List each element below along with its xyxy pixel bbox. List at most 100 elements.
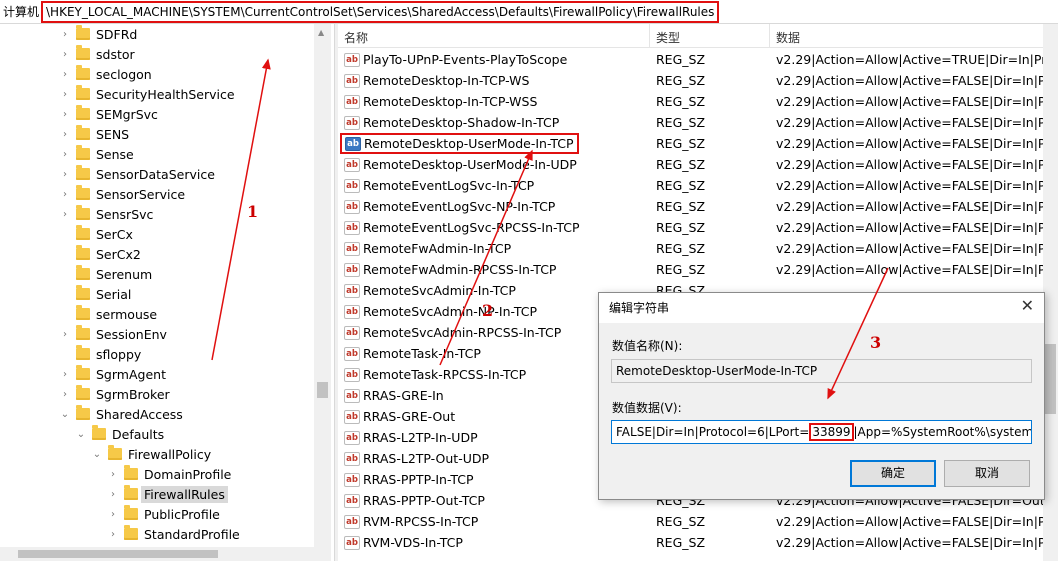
dialog-title: 编辑字符串: [609, 301, 670, 315]
tree-item[interactable]: sermouse: [60, 304, 157, 324]
address-bar[interactable]: 计算机 \HKEY_LOCAL_MACHINE\SYSTEM\CurrentCo…: [0, 0, 1058, 24]
chevron-right-icon[interactable]: ›: [60, 129, 70, 140]
edit-string-dialog[interactable]: 编辑字符串 ✕ 数值名称(N): RemoteDesktop-UserMode-…: [598, 292, 1045, 500]
tree-item[interactable]: › SecurityHealthService: [60, 84, 235, 104]
tree-item[interactable]: ⌄ FirewallPolicy: [92, 444, 211, 464]
chevron-right-icon[interactable]: ›: [108, 509, 118, 520]
chevron-down-icon[interactable]: ⌄: [76, 429, 86, 440]
list-vertical-scrollbar[interactable]: [1043, 24, 1058, 561]
scroll-thumb[interactable]: [1045, 344, 1056, 414]
chevron-right-icon[interactable]: ›: [60, 169, 70, 180]
chevron-right-icon[interactable]: ›: [108, 529, 118, 540]
tree-item[interactable]: Serial: [60, 284, 131, 304]
scroll-thumb[interactable]: [18, 550, 218, 558]
tree-item-label: SgrmAgent: [96, 366, 166, 382]
chevron-right-icon[interactable]: ›: [60, 329, 70, 340]
chevron-right-icon[interactable]: ›: [60, 149, 70, 160]
tree-item[interactable]: › Sense: [60, 144, 134, 164]
tree-item-label: FirewallPolicy: [128, 446, 212, 462]
cancel-button[interactable]: 取消: [944, 460, 1030, 487]
value-name-text: RRAS-GRE-In: [363, 388, 444, 403]
scroll-thumb[interactable]: [317, 382, 328, 398]
tree-item[interactable]: › SessionEnv: [60, 324, 167, 344]
tree-item-label: Defaults: [112, 426, 165, 442]
list-row[interactable]: ab RemoteDesktop-UserMode-In-UDP REG_SZ v2.…: [338, 154, 1043, 175]
value-name-text: RRAS-L2TP-Out-UDP: [363, 451, 490, 466]
close-icon[interactable]: ✕: [1021, 296, 1034, 315]
chevron-right-icon[interactable]: ›: [60, 109, 70, 120]
chevron-right-icon[interactable]: ›: [60, 89, 70, 100]
tree-item[interactable]: › SEMgrSvc: [60, 104, 158, 124]
string-value-icon: ab: [344, 115, 360, 130]
scroll-up-icon[interactable]: ▲: [318, 28, 324, 37]
tree-item[interactable]: › SensorService: [60, 184, 185, 204]
column-separator[interactable]: [769, 24, 770, 48]
registry-tree[interactable]: › SDFRd › sdstor › seclogon › SecurityHealthSer…: [0, 24, 335, 561]
column-header-type[interactable]: 类型: [656, 29, 680, 46]
chevron-down-icon[interactable]: ⌄: [92, 449, 102, 460]
tree-horizontal-scrollbar[interactable]: [0, 547, 331, 561]
chevron-down-icon[interactable]: ⌄: [60, 409, 70, 420]
value-name: ab RemoteDesktop-In-TCP-WSS: [344, 94, 537, 109]
list-row[interactable]: ab RemoteDesktop-UserMode-In-TCP REG_SZ v2.…: [338, 133, 1043, 154]
chevron-right-icon[interactable]: ›: [60, 29, 70, 40]
list-row[interactable]: ab RemoteDesktop-In-TCP-WS REG_SZ v2.29|Act…: [338, 70, 1043, 91]
annotation-number-1: 1: [247, 202, 259, 221]
tree-item[interactable]: › sdstor: [60, 44, 135, 64]
list-row[interactable]: ab RVM-RPCSS-In-TCP REG_SZ v2.29|Action=All…: [338, 511, 1043, 532]
list-row[interactable]: ab RemoteFwAdmin-RPCSS-In-TCP REG_SZ v2.29|…: [338, 259, 1043, 280]
value-type: REG_SZ: [656, 535, 706, 550]
value-name: ab RemoteSvcAdmin-NP-In-TCP: [344, 304, 537, 319]
string-value-icon: ab: [344, 94, 360, 109]
tree-item[interactable]: › SENS: [60, 124, 129, 144]
value-name: ab RRAS-PPTP-In-TCP: [344, 472, 474, 487]
chevron-right-icon[interactable]: ›: [60, 189, 70, 200]
chevron-right-icon[interactable]: ›: [108, 489, 118, 500]
list-row[interactable]: ab RemoteEventLogSvc-RPCSS-In-TCP REG_SZ v2…: [338, 217, 1043, 238]
tree-item[interactable]: › DomainProfile: [108, 464, 231, 484]
tree-item[interactable]: › FirewallRules: [108, 484, 228, 504]
chevron-right-icon[interactable]: ›: [108, 469, 118, 480]
column-header-data[interactable]: 数据: [776, 29, 800, 46]
chevron-right-icon[interactable]: ›: [60, 369, 70, 380]
tree-item[interactable]: SerCx: [60, 224, 133, 244]
list-row[interactable]: ab RemoteDesktop-Shadow-In-TCP REG_SZ v2.29…: [338, 112, 1043, 133]
tree-item[interactable]: › SensrSvc: [60, 204, 153, 224]
chevron-right-icon[interactable]: ›: [60, 49, 70, 60]
annotation-number-3: 3: [870, 333, 882, 352]
list-row[interactable]: ab RVM-VDS-In-TCP REG_SZ v2.29|Action=Allow…: [338, 532, 1043, 553]
value-name: ab RRAS-L2TP-Out-UDP: [344, 451, 489, 466]
list-row[interactable]: ab RemoteDesktop-In-TCP-WSS REG_SZ v2.29|Ac…: [338, 91, 1043, 112]
value-type: REG_SZ: [656, 199, 706, 214]
tree-item[interactable]: sfloppy: [60, 344, 141, 364]
value-data-field[interactable]: FALSE|Dir=In|Protocol=6|LPort= 33899 |App=…: [611, 420, 1032, 444]
column-separator[interactable]: [649, 24, 650, 48]
tree-item[interactable]: SerCx2: [60, 244, 141, 264]
list-row[interactable]: ab RemoteEventLogSvc-NP-In-TCP REG_SZ v2.29…: [338, 196, 1043, 217]
address-path[interactable]: \HKEY_LOCAL_MACHINE\SYSTEM\CurrentContro…: [41, 0, 720, 23]
tree-item-label: SharedAccess: [96, 406, 183, 422]
chevron-right-icon[interactable]: ›: [60, 389, 70, 400]
value-name-field[interactable]: RemoteDesktop-UserMode-In-TCP: [611, 359, 1032, 383]
tree-item[interactable]: › seclogon: [60, 64, 152, 84]
tree-item[interactable]: › PublicProfile: [108, 504, 220, 524]
list-row[interactable]: ab RemoteFwAdmin-In-TCP REG_SZ v2.29|Action…: [338, 238, 1043, 259]
tree-vertical-scrollbar[interactable]: ▲ ▼: [314, 24, 331, 561]
tree-item[interactable]: Serenum: [60, 264, 152, 284]
column-header-name[interactable]: 名称: [344, 29, 368, 46]
tree-item[interactable]: › SgrmBroker: [60, 384, 170, 404]
tree-item[interactable]: › SgrmAgent: [60, 364, 166, 384]
tree-item[interactable]: › StandardProfile: [108, 524, 240, 544]
tree-item[interactable]: › SDFRd: [60, 24, 137, 44]
tree-item[interactable]: ⌄ Defaults: [76, 424, 164, 444]
value-name-text: RemoteTask-In-TCP: [363, 346, 481, 361]
list-row[interactable]: ab RemoteEventLogSvc-In-TCP REG_SZ v2.29|Ac…: [338, 175, 1043, 196]
tree-item-label: sdstor: [96, 46, 135, 62]
chevron-right-icon[interactable]: ›: [60, 209, 70, 220]
port-highlight: 33899: [809, 423, 854, 441]
tree-item[interactable]: › SensorDataService: [60, 164, 215, 184]
chevron-right-icon[interactable]: ›: [60, 69, 70, 80]
tree-item[interactable]: ⌄ SharedAccess: [60, 404, 183, 424]
list-row[interactable]: ab PlayTo-UPnP-Events-PlayToScope REG_SZ v2…: [338, 49, 1043, 70]
ok-button[interactable]: 确定: [850, 460, 936, 487]
